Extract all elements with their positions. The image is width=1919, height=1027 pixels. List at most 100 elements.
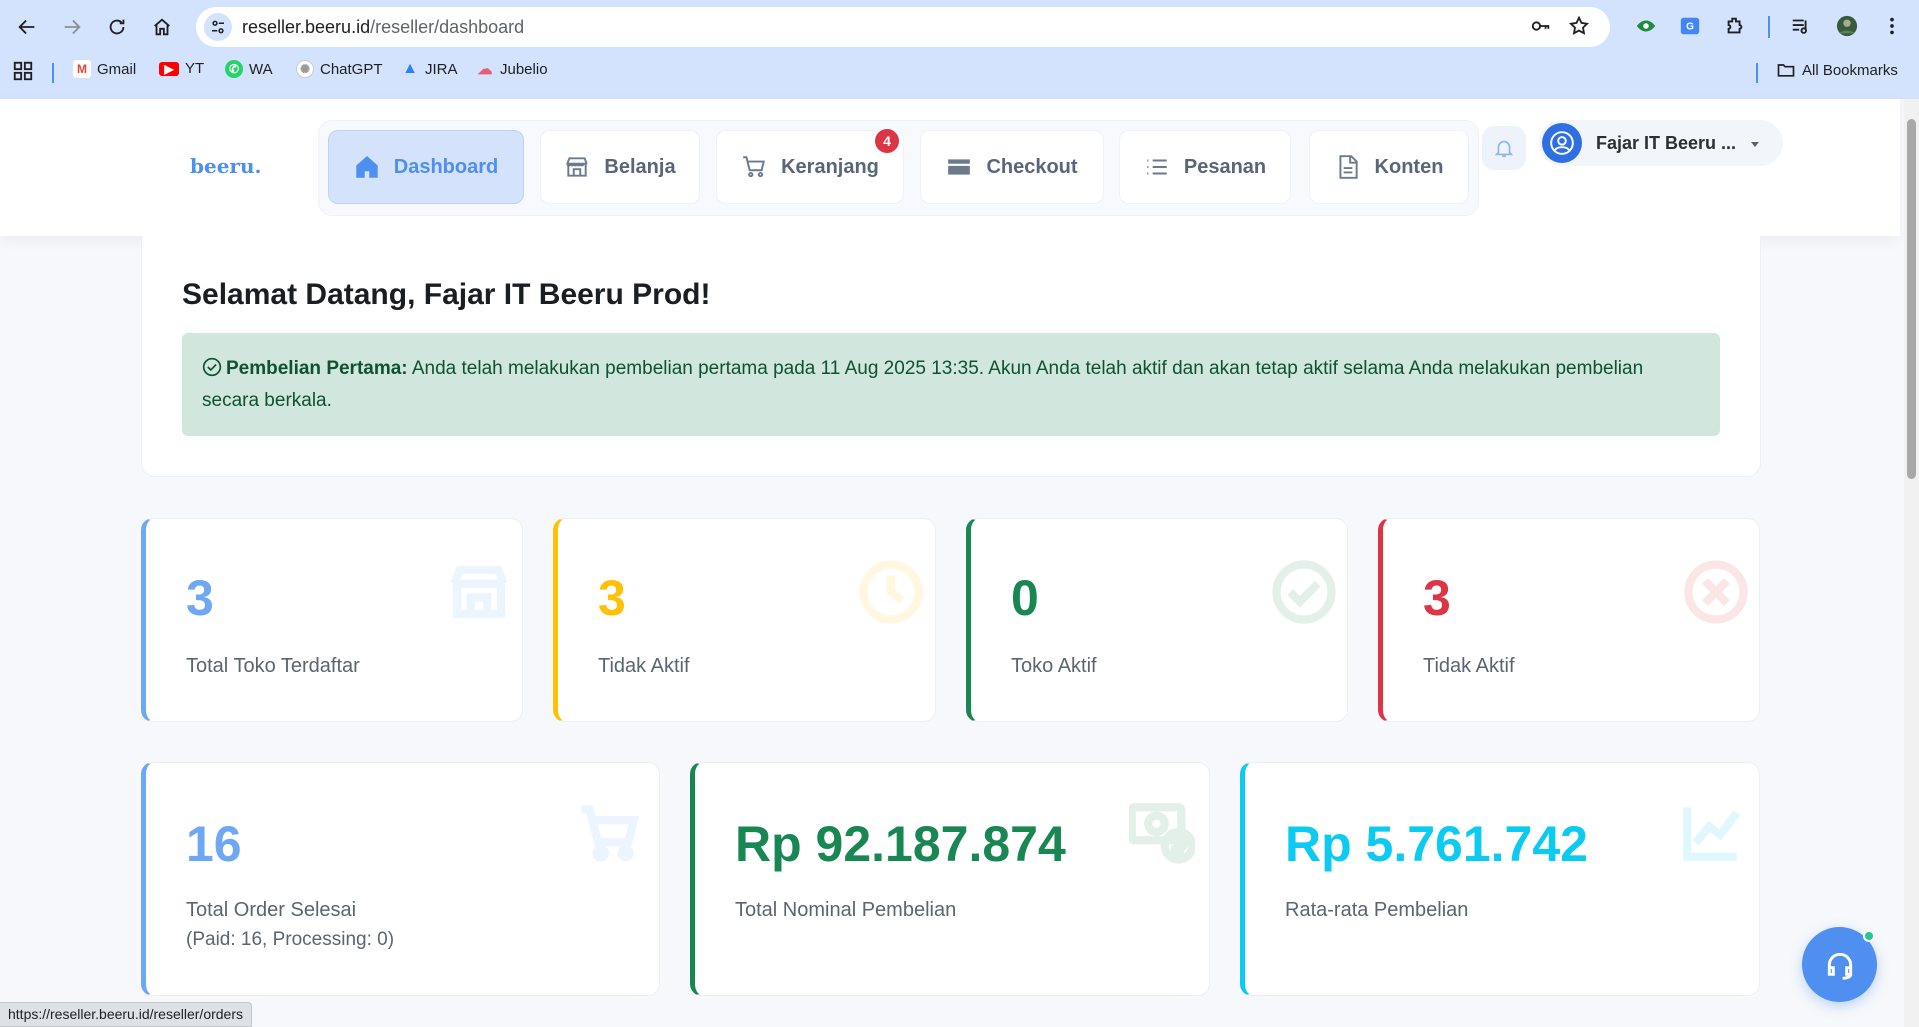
bookmarks-bar: M Gmail ▶ YT ✆ WA ✺ ChatGPT ▲ JIRA ☁ Jub… xyxy=(0,56,1919,88)
online-status-dot xyxy=(1863,930,1875,942)
home-icon xyxy=(356,155,378,178)
stat-total-order[interactable]: 16 Total Order Selesai (Paid: 16, Proces… xyxy=(141,762,660,996)
all-bookmarks-label: All Bookmarks xyxy=(1802,61,1898,79)
url-text[interactable]: reseller.beeru.id/reseller/dashboard xyxy=(242,17,524,38)
jubelio-icon: ☁ xyxy=(477,61,493,78)
scrollbar-thumb[interactable] xyxy=(1907,119,1916,479)
card-icon xyxy=(948,159,971,175)
notification-button[interactable] xyxy=(1482,126,1526,170)
bookmark-label: WA xyxy=(249,60,273,78)
store-icon xyxy=(450,565,508,619)
alert-text: Anda telah melakukan pembelian pertama p… xyxy=(202,358,1644,411)
stat-value: 3 xyxy=(186,570,214,626)
browser-toolbar: reseller.beeru.id/reseller/dashboard G M… xyxy=(0,0,1919,99)
stat-tidak-aktif: 3 Tidak Aktif xyxy=(553,518,936,722)
user-menu[interactable]: Fajar IT Beeru ... xyxy=(1539,120,1783,166)
stat-label: Tidak Aktif xyxy=(598,655,690,677)
bookmark-jubelio[interactable]: ☁ Jubelio xyxy=(476,60,548,79)
whatsapp-icon: ✆ xyxy=(225,60,243,78)
nav-label: Belanja xyxy=(604,155,676,178)
stat-value: Rp 5.761.742 xyxy=(1285,816,1588,872)
folder-icon xyxy=(1777,64,1795,77)
user-icon xyxy=(1550,131,1574,155)
money-icon xyxy=(1129,803,1195,864)
stat-label: Tidak Aktif xyxy=(1423,655,1515,677)
all-bookmarks-button[interactable]: All Bookmarks xyxy=(1776,60,1898,80)
chart-line-icon xyxy=(1683,807,1741,861)
stat-toko-aktif: 0 Toko Aktif xyxy=(966,518,1348,722)
alert-label: Pembelian Pertama: xyxy=(226,358,408,379)
page-scrollbar[interactable] xyxy=(1904,99,1919,1027)
bookmark-yt[interactable]: ▶ YT xyxy=(159,60,204,77)
stat-value: 0 xyxy=(1011,570,1039,626)
translate-extension-icon[interactable]: G xyxy=(1676,12,1704,40)
bookmark-label: Jubelio xyxy=(500,60,548,78)
bell-icon xyxy=(1494,140,1514,158)
bookmark-chatgpt[interactable]: ✺ ChatGPT xyxy=(296,60,383,78)
nav-label: Keranjang xyxy=(781,155,879,178)
stat-label: Rata-rata Pembelian xyxy=(1285,899,1469,921)
stat-tidak-aktif-red: 3 Tidak Aktif xyxy=(1378,518,1760,722)
beeru-logo[interactable]: beeru. xyxy=(190,154,261,178)
nav-checkout[interactable]: Checkout xyxy=(920,130,1104,204)
stat-value: 16 xyxy=(186,816,242,872)
back-icon[interactable] xyxy=(12,12,42,42)
svg-text:G: G xyxy=(1686,22,1694,33)
bookmark-label: JIRA xyxy=(425,60,458,78)
bookmarks-divider xyxy=(52,63,54,83)
stat-value: 3 xyxy=(1423,570,1451,626)
profile-avatar-icon[interactable] xyxy=(1833,12,1861,40)
nav-pesanan[interactable]: Pesanan xyxy=(1119,130,1291,204)
site-header: beeru. Dashboard Belanja Keranjang 4 Che… xyxy=(0,99,1900,236)
x-circle-icon xyxy=(1684,560,1748,624)
stat-value: 3 xyxy=(598,570,626,626)
bookmark-label: YT xyxy=(185,60,205,77)
stat-value: Rp 92.187.874 xyxy=(735,816,1066,872)
bookmark-wa[interactable]: ✆ WA xyxy=(225,60,273,78)
nav-belanja[interactable]: Belanja xyxy=(540,130,700,204)
nav-label: Konten xyxy=(1374,155,1444,178)
stat-label: Toko Aktif xyxy=(1011,655,1097,677)
welcome-card: Selamat Datang, Fajar IT Beeru Prod! Pem… xyxy=(141,236,1761,477)
stat-label: Total Nominal Pembelian xyxy=(735,899,957,921)
password-key-icon[interactable] xyxy=(1530,15,1554,39)
toolbar-divider xyxy=(1768,16,1770,38)
bookmark-label: ChatGPT xyxy=(320,60,383,78)
user-name: Fajar IT Beeru ... xyxy=(1596,132,1737,153)
reload-icon[interactable] xyxy=(102,12,132,42)
media-control-icon[interactable] xyxy=(1787,12,1815,40)
bookmark-gmail[interactable]: M Gmail xyxy=(73,60,136,78)
caret-down-icon xyxy=(1751,142,1759,147)
nav-label: Checkout xyxy=(986,155,1078,178)
status-bar-url: https://reseller.beeru.id/reseller/order… xyxy=(0,1002,252,1027)
home-browser-icon[interactable] xyxy=(147,12,177,42)
cart-count-badge: 4 xyxy=(875,129,899,153)
extension-eye-icon[interactable] xyxy=(1632,12,1660,40)
check-circle-icon xyxy=(1272,560,1336,624)
nav-dashboard[interactable]: Dashboard xyxy=(328,130,524,204)
bookmark-label: Gmail xyxy=(97,60,137,78)
jira-icon: ▲ xyxy=(402,60,418,77)
main-nav: Dashboard Belanja Keranjang 4 Checkout P… xyxy=(318,120,1479,216)
site-info-icon[interactable] xyxy=(204,13,232,41)
cart-icon xyxy=(581,805,640,862)
stat-label: Total Order Selesai xyxy=(186,899,357,921)
list-icon xyxy=(1147,159,1167,175)
browser-menu-icon[interactable] xyxy=(1878,12,1906,40)
support-chat-button[interactable] xyxy=(1802,927,1877,1002)
forward-icon[interactable] xyxy=(57,12,87,42)
extensions-puzzle-icon[interactable] xyxy=(1721,12,1749,40)
store-icon xyxy=(566,157,589,177)
document-icon xyxy=(1338,155,1358,179)
nav-keranjang[interactable]: Keranjang 4 xyxy=(716,129,904,204)
bookmark-jira[interactable]: ▲ JIRA xyxy=(401,60,458,78)
clock-icon xyxy=(859,560,923,624)
headset-icon xyxy=(1827,952,1852,980)
nav-konten[interactable]: Konten xyxy=(1309,130,1469,204)
address-bar[interactable]: reseller.beeru.id/reseller/dashboard xyxy=(196,7,1610,47)
avatar xyxy=(1542,123,1582,163)
apps-grid-icon[interactable] xyxy=(12,60,34,82)
bookmark-star-icon[interactable] xyxy=(1568,15,1592,39)
stat-label: Total Toko Terdaftar xyxy=(186,655,360,677)
gmail-icon: M xyxy=(73,60,91,78)
